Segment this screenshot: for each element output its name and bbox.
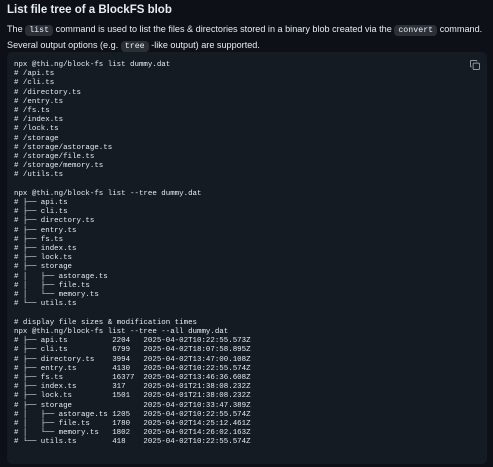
code-line: # /storage [14,134,59,143]
code-line: npx @thi.ng/block-fs list dummy.dat [14,61,171,69]
code-line: # └── utils.ts [14,300,77,309]
code-line: # /index.ts [14,116,64,125]
code-line: # /storage/memory.ts [14,162,104,171]
code-line: # /entry.ts [14,97,64,106]
code-line: npx @thi.ng/block-fs list --tree --all d… [14,327,229,336]
code-line: # ├── cli.ts 6799 2025-04-02T18:07:58.89… [14,346,251,355]
code-line: # /storage/astorage.ts [14,143,113,152]
code-line: npx @thi.ng/block-fs list --tree dummy.d… [14,189,202,198]
code-line: # ├── storage 2025-04-02T10:33:47.389Z [14,401,251,410]
code-line: # /utils.ts [14,171,64,180]
description-paragraph: The list command is used to list the fil… [7,22,485,54]
description-text: The [7,24,26,34]
description-text: command is used to list the files & dire… [53,24,395,34]
copy-button[interactable] [469,58,481,70]
code-line: # ├── index.ts [14,245,77,254]
code-line: # │ └── memory.ts [14,291,99,300]
inline-code-list: list [25,25,54,36]
code-line: # │ ├── astorage.ts [14,272,108,281]
code-line: # /directory.ts [14,88,81,97]
code-line: # ├── api.ts 2204 2025-04-02T10:22:55.57… [14,337,251,346]
code-line: # │ └── memory.ts 1802 2025-04-02T14:26:… [14,429,251,438]
code-line: # /lock.ts [14,125,59,134]
code-content: npx @thi.ng/block-fs list dummy.dat # /a… [14,61,251,448]
code-line: # │ ├── file.ts 1780 2025-04-02T14:25:12… [14,419,251,428]
code-line: # /api.ts [14,70,55,79]
code-line: # ├── api.ts [14,199,68,208]
code-line: # ├── entry.ts [14,226,77,235]
code-line: # ├── directory.ts 3994 2025-04-02T13:47… [14,355,251,364]
code-line: # │ ├── file.ts [14,281,90,290]
code-line: # │ ├── astorage.ts 1205 2025-04-02T10:2… [14,410,251,419]
code-line: # /fs.ts [14,107,50,116]
section-heading: List file tree of a BlockFS blob [7,4,172,16]
copy-icon[interactable] [469,59,481,71]
code-line: # ├── lock.ts 1501 2025-04-01T21:38:08.2… [14,392,251,401]
inline-code-tree: tree [120,41,149,52]
inline-code-convert: convert [394,25,438,36]
code-block: npx @thi.ng/block-fs list dummy.dat # /a… [7,52,487,464]
code-line: # ├── fs.ts 16377 2025-04-02T13:46:36.60… [14,373,251,382]
code-line: # ├── lock.ts [14,254,73,263]
code-line: # ├── entry.ts 4130 2025-04-02T10:22:55.… [14,364,251,373]
code-line: # ├── storage [14,263,73,272]
code-line: # └── utils.ts 418 2025-04-02T10:22:55.5… [14,438,251,447]
description-text: -like output) are supported. [148,40,260,50]
code-line: # ├── cli.ts [14,208,68,217]
code-line: # ├── index.ts 317 2025-04-01T21:38:08.2… [14,383,251,392]
code-line: # ├── directory.ts [14,217,95,226]
code-line: # /cli.ts [14,79,55,88]
code-line: # /storage/file.ts [14,153,95,162]
code-line: # ├── fs.ts [14,235,64,244]
code-line: # display file sizes & modification time… [14,318,197,327]
